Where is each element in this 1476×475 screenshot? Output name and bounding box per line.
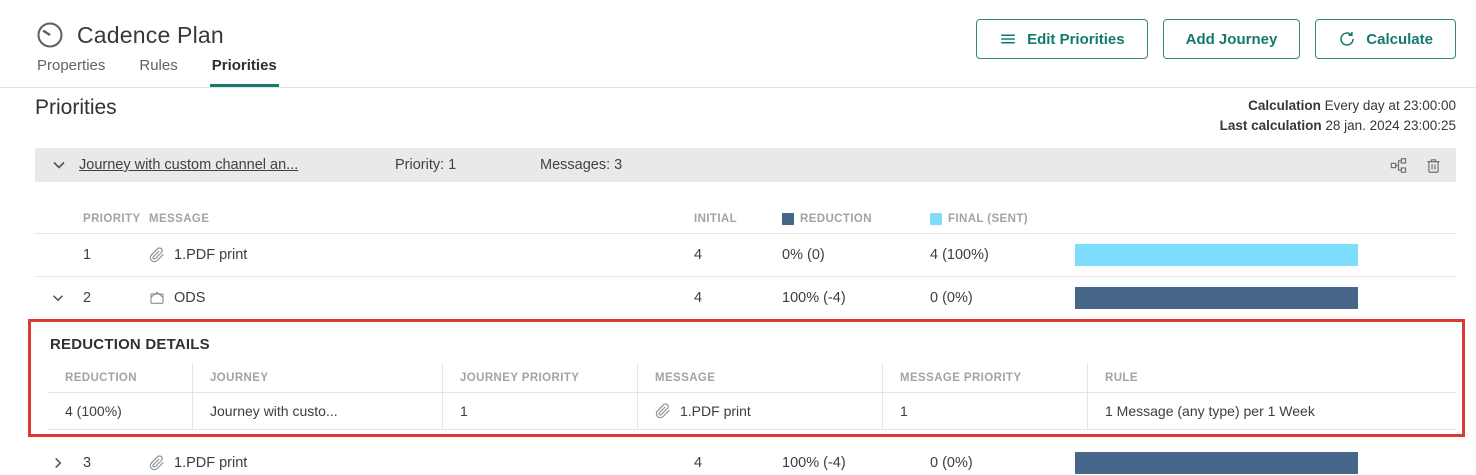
row-message: 1.PDF print	[174, 455, 247, 471]
journey-map-icon[interactable]	[1390, 157, 1407, 174]
reduction-bar	[1075, 287, 1358, 309]
rd-journey: Journey with custo...	[193, 393, 443, 429]
tab-rules[interactable]: Rules	[137, 57, 179, 87]
col-initial: INITIAL	[694, 213, 782, 225]
add-journey-button[interactable]: Add Journey	[1163, 19, 1301, 59]
gauge-icon	[35, 20, 65, 50]
col-reduction: REDUCTION	[782, 213, 930, 225]
col-final: FINAL (SENT)	[930, 213, 1075, 225]
page-title: Cadence Plan	[77, 22, 224, 49]
col-message: MESSAGE	[149, 213, 694, 225]
priorities-table-header: PRIORITY MESSAGE INITIAL REDUCTION FINAL…	[35, 204, 1456, 234]
chevron-down-icon[interactable]	[49, 289, 67, 307]
paperclip-icon	[655, 403, 671, 419]
calculation-info: Calculation Every day at 23:00:00 Last c…	[1220, 96, 1456, 136]
col-rd-rule: RULE	[1088, 363, 1456, 392]
delete-icon[interactable]	[1425, 157, 1442, 174]
row-message: ODS	[174, 290, 205, 306]
row-initial: 4	[694, 455, 782, 471]
paperclip-icon	[149, 455, 165, 471]
reduction-details-title: REDUCTION DETAILS	[48, 330, 1456, 363]
col-rd-message-priority: MESSAGE PRIORITY	[883, 363, 1088, 392]
reduction-details-row: 4 (100%) Journey with custo... 1 1.PDF p…	[48, 393, 1456, 430]
row-initial: 4	[694, 290, 782, 306]
reduction-details-header: REDUCTION JOURNEY JOURNEY PRIORITY MESSA…	[48, 363, 1456, 393]
envelope-icon	[149, 290, 165, 306]
calculation-schedule: Calculation Every day at 23:00:00	[1220, 96, 1456, 116]
calculate-button[interactable]: Calculate	[1315, 19, 1456, 59]
row-priority: 1	[83, 247, 149, 263]
row-priority: 3	[83, 455, 149, 471]
journey-priority-label: Priority: 1	[395, 157, 540, 173]
reduction-legend-swatch	[782, 213, 794, 225]
add-journey-label: Add Journey	[1186, 31, 1278, 48]
tab-properties[interactable]: Properties	[35, 57, 107, 87]
row-reduction: 100% (-4)	[782, 290, 930, 306]
app-header: Cadence Plan Properties Rules Priorities…	[0, 0, 1476, 88]
table-row: 1 1.PDF print 4 0% (0) 4 (100%)	[35, 234, 1456, 277]
edit-priorities-label: Edit Priorities	[1027, 31, 1125, 48]
rd-journey-priority: 1	[443, 393, 638, 429]
col-priority: PRIORITY	[83, 213, 149, 225]
row-message: 1.PDF print	[174, 247, 247, 263]
final-legend-swatch	[930, 213, 942, 225]
table-row: 2 ODS 4 100% (-4) 0 (0%)	[35, 277, 1456, 320]
priorities-table: PRIORITY MESSAGE INITIAL REDUCTION FINAL…	[35, 204, 1456, 475]
paperclip-icon	[149, 247, 165, 263]
col-rd-journey: JOURNEY	[193, 363, 443, 392]
col-rd-journey-priority: JOURNEY PRIORITY	[443, 363, 638, 392]
chevron-right-icon[interactable]	[49, 454, 67, 472]
row-final: 0 (0%)	[930, 290, 1075, 306]
col-rd-message: MESSAGE	[638, 363, 883, 392]
rd-rule: 1 Message (any type) per 1 Week	[1088, 393, 1456, 429]
row-reduction: 100% (-4)	[782, 455, 930, 471]
rd-message: 1.PDF print	[680, 403, 751, 419]
last-calculation: Last calculation 28 jan. 2024 23:00:25	[1220, 116, 1456, 136]
calculate-label: Calculate	[1366, 31, 1433, 48]
tab-priorities[interactable]: Priorities	[210, 57, 279, 87]
tab-bar: Properties Rules Priorities	[35, 57, 279, 87]
section-title: Priorities	[35, 96, 117, 120]
table-row: 3 1.PDF print 4 100% (-4) 0 (0%)	[35, 441, 1456, 475]
journey-header-bar: Journey with custom channel an... Priori…	[35, 148, 1456, 182]
row-priority: 2	[83, 290, 149, 306]
edit-priorities-button[interactable]: Edit Priorities	[976, 19, 1148, 59]
row-final: 4 (100%)	[930, 247, 1075, 263]
col-rd-reduction: REDUCTION	[48, 363, 193, 392]
row-final: 0 (0%)	[930, 455, 1075, 471]
list-lines-icon	[999, 30, 1017, 48]
rd-message-priority: 1	[883, 393, 1088, 429]
refresh-icon	[1338, 30, 1356, 48]
row-reduction: 0% (0)	[782, 247, 930, 263]
chevron-down-icon[interactable]	[49, 155, 69, 175]
journey-messages-label: Messages: 3	[540, 157, 1390, 173]
rd-reduction: 4 (100%)	[48, 393, 193, 429]
reduction-bar	[1075, 452, 1358, 474]
final-sent-bar	[1075, 244, 1358, 266]
reduction-details-section: REDUCTION DETAILS REDUCTION JOURNEY JOUR…	[35, 320, 1456, 438]
row-initial: 4	[694, 247, 782, 263]
journey-name-link[interactable]: Journey with custom channel an...	[79, 157, 395, 173]
